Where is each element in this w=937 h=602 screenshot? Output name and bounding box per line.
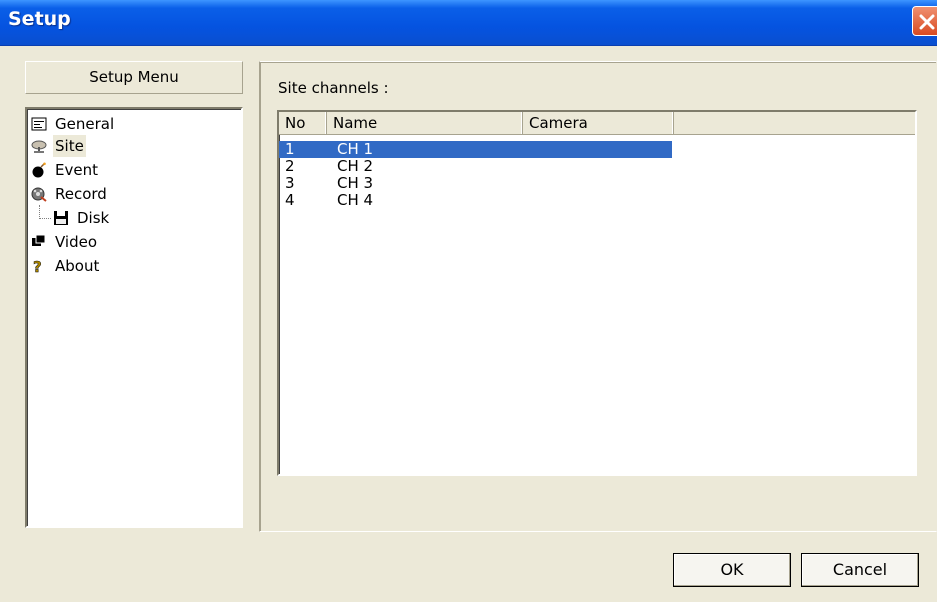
cell-no: 1: [285, 140, 295, 158]
about-help-icon: ?: [31, 258, 47, 277]
menu-item-label: Disk: [77, 209, 110, 227]
cell-name: CH 1: [337, 140, 374, 158]
title-bar[interactable]: Setup: [0, 0, 937, 46]
record-film-icon: [31, 186, 47, 202]
tree-connector: [39, 218, 51, 219]
tree-connector: [39, 205, 40, 219]
table-row[interactable]: 3 CH 3: [279, 175, 672, 192]
menu-item-label: Event: [55, 161, 98, 179]
floppy-disk-icon: [53, 210, 69, 226]
cell-no: 4: [285, 191, 295, 209]
setup-dialog: Setup Setup Menu General Site Event Reco…: [0, 0, 937, 602]
close-button[interactable]: [912, 6, 937, 36]
ok-button[interactable]: OK: [673, 553, 791, 587]
table-row[interactable]: 2 CH 2: [279, 158, 672, 175]
column-header-name[interactable]: Name: [327, 112, 523, 135]
site-icon: [31, 138, 47, 154]
column-header-filler: [674, 112, 915, 135]
cell-name: CH 3: [337, 174, 374, 192]
video-icon: [31, 234, 47, 250]
cancel-button[interactable]: Cancel: [801, 553, 919, 587]
menu-item-label: About: [55, 257, 100, 275]
table-row[interactable]: 4 CH 4: [279, 192, 672, 209]
column-header-no[interactable]: No: [279, 112, 327, 135]
setup-menu-tree: General Site Event Record Disk Video ? A…: [25, 107, 243, 528]
cell-name: CH 4: [337, 191, 374, 209]
site-channels-label: Site channels :: [278, 79, 389, 97]
svg-text:?: ?: [33, 258, 42, 274]
menu-item-label: Record: [55, 185, 107, 203]
column-header-camera[interactable]: Camera: [523, 112, 674, 135]
close-icon: [919, 14, 935, 30]
window-title: Setup: [8, 8, 71, 30]
cell-no: 2: [285, 157, 295, 175]
menu-item-label: Site: [53, 135, 86, 157]
setup-menu-header: Setup Menu: [25, 61, 243, 94]
list-header: No Name Camera: [279, 112, 915, 135]
table-row[interactable]: 1 CH 1: [279, 141, 672, 158]
menu-item-label: General: [55, 115, 115, 133]
general-settings-icon: [31, 116, 47, 132]
cell-no: 3: [285, 174, 295, 192]
site-channels-list[interactable]: No Name Camera 1 CH 1 2 CH 2 3 CH 3 4 CH…: [277, 110, 917, 476]
cell-name: CH 2: [337, 157, 374, 175]
menu-item-label: Video: [55, 233, 98, 251]
event-bomb-icon: [31, 162, 47, 178]
